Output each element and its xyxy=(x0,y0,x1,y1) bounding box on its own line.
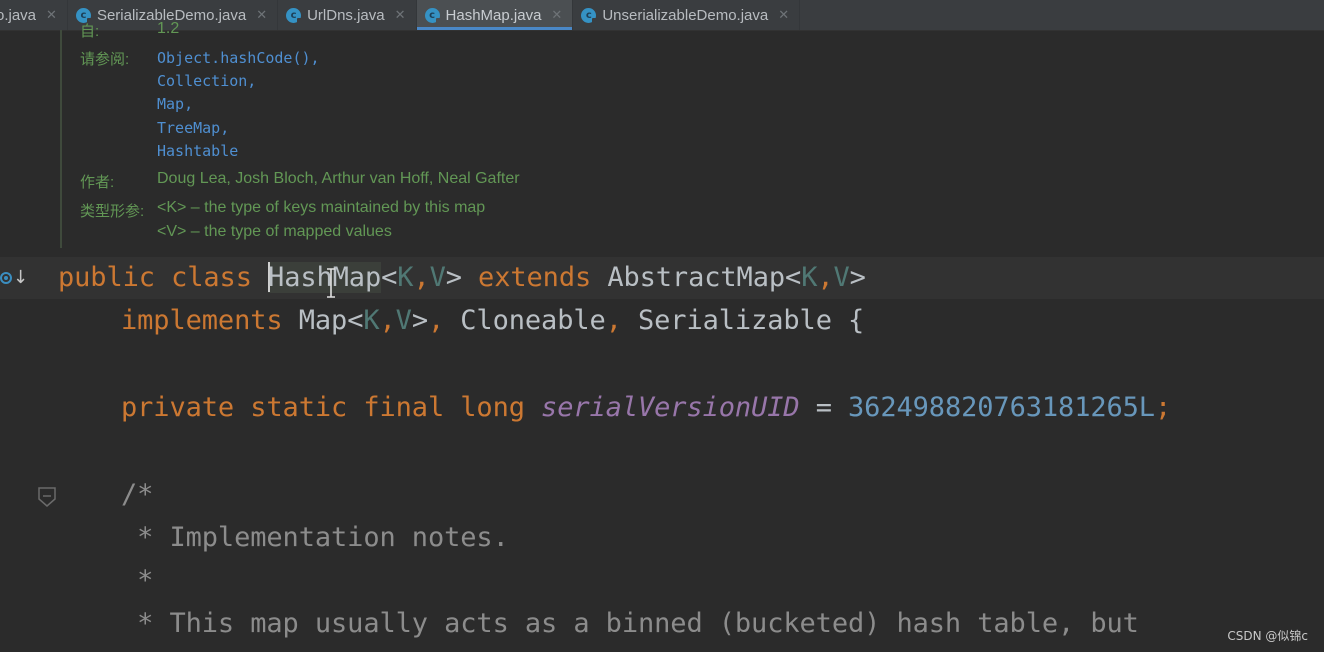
mouse-ibeam-cursor-icon xyxy=(327,268,335,298)
type-param-v: <V> – the type of mapped values xyxy=(157,223,392,240)
class-icon: c xyxy=(424,7,442,24)
javadoc-side-bar xyxy=(60,30,62,248)
close-icon[interactable]: ✕ xyxy=(46,8,57,23)
code-line-comment-1: * Implementation notes. xyxy=(121,522,509,553)
override-method-icon[interactable]: ↓ xyxy=(0,266,28,292)
see-link-hashcode[interactable]: Object.hashCode(), xyxy=(157,49,320,67)
tab-label: o.java xyxy=(0,6,37,24)
tab-label: HashMap.java xyxy=(445,6,542,24)
tab-label: UrlDns.java xyxy=(307,6,385,24)
code-line-comment-3: * This map usually acts as a binned (buc… xyxy=(121,608,1139,639)
type-params-label: 类型形参: xyxy=(80,203,145,220)
tab-url-dns[interactable]: c UrlDns.java ✕ xyxy=(278,0,417,30)
see-link-map[interactable]: Map, xyxy=(157,95,193,113)
code-line-comment-2: * xyxy=(121,565,154,596)
see-link-treemap[interactable]: TreeMap, xyxy=(157,119,229,137)
tab-prev-java[interactable]: o.java ✕ xyxy=(0,0,68,30)
close-icon[interactable]: ✕ xyxy=(551,8,562,23)
type-param-k: <K> – the type of keys maintained by thi… xyxy=(157,199,486,216)
fold-marker-icon[interactable] xyxy=(38,487,56,507)
tab-hashmap[interactable]: c HashMap.java ✕ xyxy=(416,0,574,30)
class-icon: c xyxy=(286,7,304,24)
since-label: 自: xyxy=(80,23,100,40)
close-icon[interactable]: ✕ xyxy=(256,8,267,23)
close-icon[interactable]: ✕ xyxy=(778,8,789,23)
code-line-comment-open: /* xyxy=(121,479,154,510)
see-link-collection[interactable]: Collection, xyxy=(157,72,256,90)
editor-tab-bar: o.java ✕ c SerializableDemo.java ✕ c Url… xyxy=(0,0,1324,31)
tab-unserializable-demo[interactable]: c UnserializableDemo.java ✕ xyxy=(573,0,801,30)
tab-label: UnserializableDemo.java xyxy=(602,6,769,24)
authors-text: Doug Lea, Josh Bloch, Arthur van Hoff, N… xyxy=(157,170,520,187)
code-line-serial-version: private static final long serialVersionU… xyxy=(121,392,1172,423)
class-icon: c xyxy=(581,7,599,24)
author-label: 作者: xyxy=(80,174,115,191)
since-value: 1.2 xyxy=(157,20,180,37)
watermark: CSDN @似锦c xyxy=(1227,629,1308,643)
see-link-hashtable[interactable]: Hashtable xyxy=(157,142,238,160)
close-icon[interactable]: ✕ xyxy=(395,8,406,23)
code-line-class-decl: public class HashMap<K,V> extends Abstra… xyxy=(58,262,866,293)
see-also-label: 请参阅: xyxy=(80,51,130,68)
code-line-implements: implements Map<K,V>, Cloneable, Serializ… xyxy=(121,305,865,336)
